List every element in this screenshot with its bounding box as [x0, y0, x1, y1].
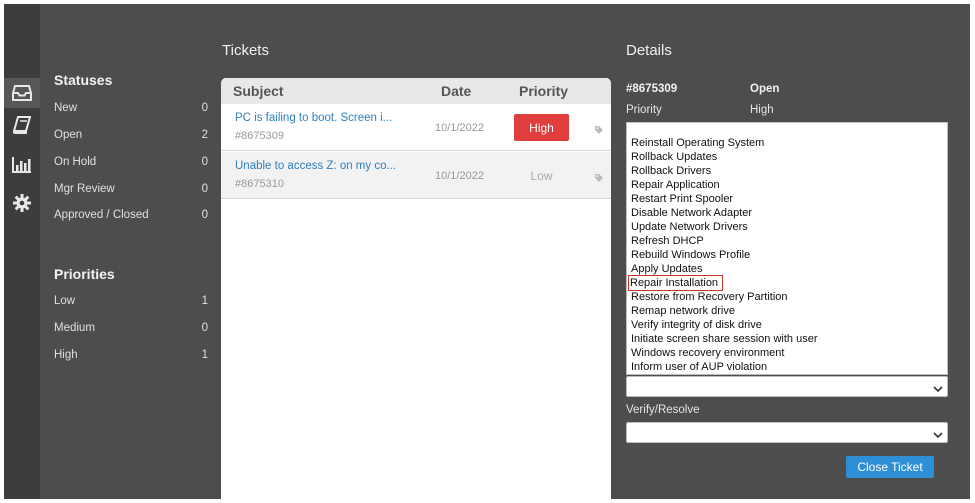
ticket-subject[interactable]: PC is failing to boot. Screen i... — [235, 112, 425, 124]
priority-count: 1 — [201, 295, 208, 307]
priority-label: High — [54, 349, 78, 361]
statuses-heading: Statuses — [54, 72, 113, 88]
priority-badge: Low — [530, 168, 553, 183]
status-item-open[interactable]: Open 2 — [54, 129, 208, 141]
status-count: 0 — [201, 156, 208, 168]
icon-sidebar — [4, 4, 40, 499]
list-item[interactable]: Restore from Recovery Partition — [631, 290, 788, 304]
list-item[interactable]: Disable Network Adapter — [631, 206, 752, 220]
status-label: Open — [54, 129, 83, 141]
ticket-date: 10/1/2022 — [435, 122, 484, 134]
gear-icon[interactable] — [4, 188, 40, 218]
ticket-subject[interactable]: Unable to access Z: on my co... — [235, 160, 425, 172]
column-subject[interactable]: Subject — [233, 83, 284, 99]
list-item[interactable]: Refresh DHCP — [631, 234, 704, 248]
chevron-down-icon — [933, 427, 943, 445]
column-priority[interactable]: Priority — [519, 83, 568, 99]
close-ticket-button[interactable]: Close Ticket — [846, 456, 934, 478]
status-count: 0 — [201, 183, 208, 195]
list-item[interactable]: Initiate screen share session with user — [631, 332, 817, 346]
list-item[interactable]: Reinstall Operating System — [631, 136, 764, 150]
status-count: 0 — [201, 209, 208, 221]
list-item[interactable]: Rollback Drivers — [631, 164, 711, 178]
priority-label: Medium — [54, 322, 95, 334]
priority-item-medium[interactable]: Medium 0 — [54, 322, 208, 334]
status-label: New — [54, 102, 78, 114]
list-item[interactable]: Repair Application — [631, 178, 720, 192]
status-item-on-hold[interactable]: On Hold 0 — [54, 156, 208, 168]
priority-count: 1 — [201, 349, 208, 361]
status-item-new[interactable]: New 0 — [54, 102, 208, 114]
tickets-table: Subject Date Priority PC is failing to b… — [221, 78, 611, 499]
priority-label: Priority — [626, 104, 662, 116]
ticket-app: Statuses New 0 Open 2 On Hold 0 Mgr Review 0… — [4, 4, 970, 499]
priorities-heading: Priorities — [54, 266, 115, 282]
list-item[interactable]: Update Network Drivers — [631, 220, 748, 234]
table-header: Subject Date Priority — [221, 78, 611, 104]
ticket-date: 10/1/2022 — [435, 170, 484, 182]
status-count: 2 — [201, 129, 208, 141]
table-row[interactable]: PC is failing to boot. Screen i... #8675… — [221, 104, 611, 151]
priority-item-low[interactable]: Low 1 — [54, 295, 208, 307]
priority-value: High — [750, 104, 774, 116]
tickets-heading: Tickets — [222, 42, 269, 59]
tag-icon[interactable] — [594, 170, 604, 188]
list-item[interactable]: Verify integrity of disk drive — [631, 318, 762, 332]
list-item[interactable]: Rebuild Windows Profile — [631, 248, 750, 262]
status-count: 0 — [201, 102, 208, 114]
table-row[interactable]: Unable to access Z: on my co... #8675310… — [221, 152, 611, 199]
filter-panel: Statuses New 0 Open 2 On Hold 0 Mgr Review 0… — [40, 4, 218, 499]
status-item-approved-closed[interactable]: Approved / Closed 0 — [54, 209, 208, 221]
priority-label: Low — [54, 295, 76, 307]
column-date[interactable]: Date — [441, 83, 471, 99]
list-item-highlighted[interactable]: Repair Installation — [627, 275, 724, 291]
tag-icon[interactable] — [594, 122, 604, 140]
status-item-mgr-review[interactable]: Mgr Review 0 — [54, 183, 208, 195]
status-label: Approved / Closed — [54, 209, 149, 221]
status-label: Mgr Review — [54, 183, 115, 195]
ticket-status: Open — [750, 83, 780, 95]
priority-count: 0 — [201, 322, 208, 334]
book-icon[interactable] — [4, 110, 40, 140]
verify-resolve-label: Verify/Resolve — [626, 404, 700, 416]
ticket-id: #8675309 — [235, 130, 284, 142]
list-item[interactable]: Restart Print Spooler — [631, 192, 733, 206]
status-label: On Hold — [54, 156, 97, 168]
ticket-id: #8675310 — [235, 178, 284, 190]
list-item[interactable]: Windows recovery environment — [631, 346, 784, 360]
priority-badge: High — [514, 114, 569, 141]
list-item[interactable]: Inform user of AUP violation — [631, 360, 767, 374]
verify-resolve-select[interactable] — [626, 422, 948, 443]
list-item[interactable]: Apply Updates — [631, 262, 703, 276]
priority-item-high[interactable]: High 1 — [54, 349, 208, 361]
action-select[interactable] — [626, 376, 948, 397]
list-item[interactable]: Remap network drive — [631, 304, 735, 318]
ticket-number: #8675309 — [626, 83, 678, 95]
details-heading: Details — [626, 42, 672, 59]
action-listbox[interactable]: Reinstall Operating System Rollback Upda… — [626, 122, 948, 375]
bar-chart-icon[interactable] — [4, 150, 40, 180]
chevron-down-icon — [933, 381, 943, 399]
inbox-icon[interactable] — [4, 78, 40, 108]
list-item[interactable]: Rollback Updates — [631, 150, 717, 164]
